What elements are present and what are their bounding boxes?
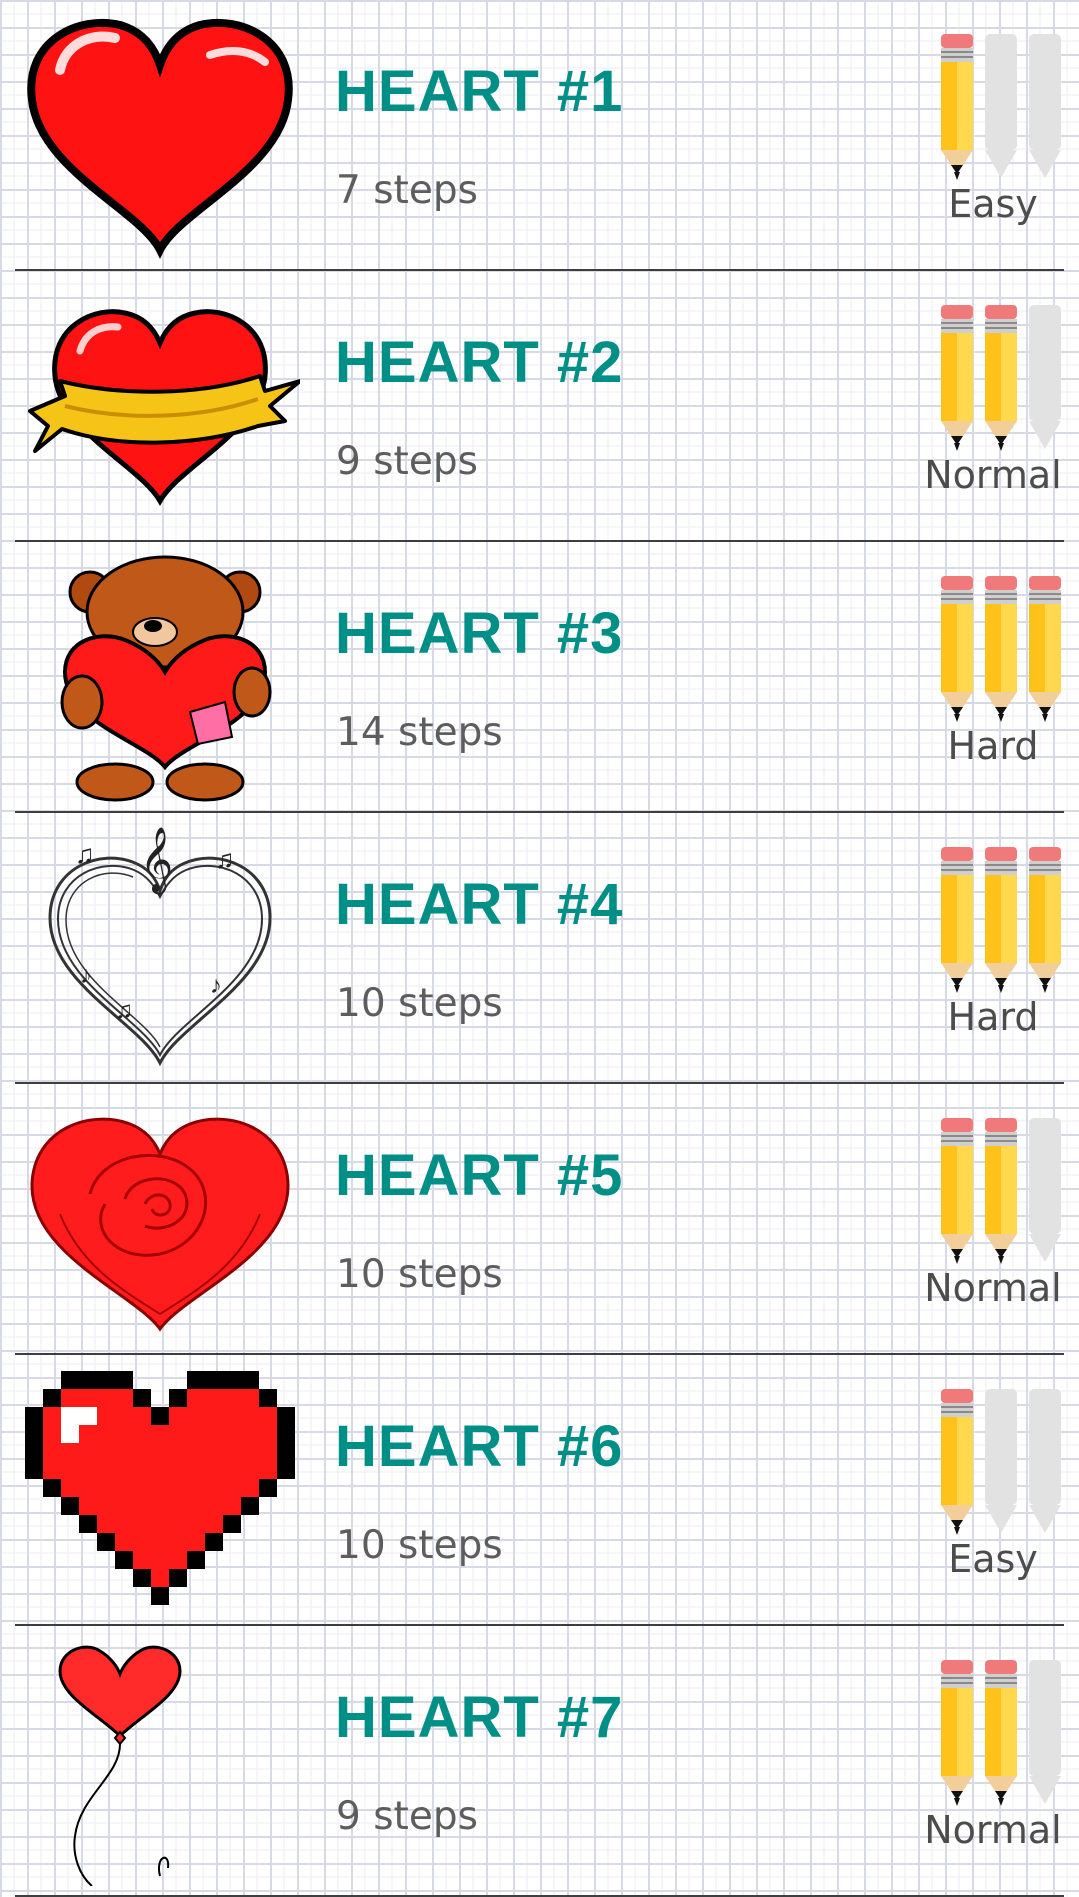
item-steps: 10 steps: [336, 981, 503, 1026]
difficulty-indicator: Easy: [909, 1385, 1079, 1595]
thumbnail: [20, 281, 300, 531]
difficulty-indicator: Normal: [909, 1656, 1079, 1866]
svg-text:♫: ♫: [115, 997, 133, 1024]
list-item[interactable]: HEART #2 9 steps Normal: [0, 271, 1079, 542]
glossy-heart-icon: [27, 18, 293, 259]
pencil-icon: [939, 847, 975, 995]
item-steps: 7 steps: [336, 168, 478, 213]
drawing-list: HEART #1 7 steps Easy HEART #2 9 steps N…: [0, 0, 1079, 1897]
pencil-icon-inactive: [1027, 1660, 1063, 1808]
item-steps: 10 steps: [336, 1523, 503, 1568]
difficulty-label: Easy: [948, 1537, 1038, 1581]
item-steps: 10 steps: [336, 1252, 503, 1297]
thumbnail: [20, 10, 300, 260]
pencil-rating: [939, 576, 1069, 724]
difficulty-indicator: Easy: [909, 30, 1079, 240]
pencil-icon-inactive: [1027, 1118, 1063, 1266]
item-steps: 14 steps: [336, 710, 503, 755]
pencil-rating: [939, 1118, 1069, 1266]
pencil-icon: [939, 34, 975, 182]
pixel-heart-icon: [25, 1371, 295, 1605]
pencil-icon: [939, 576, 975, 724]
pencil-rating: [939, 847, 1069, 995]
difficulty-label: Normal: [924, 453, 1062, 497]
list-item[interactable]: HEART #3 14 steps Hard: [0, 542, 1079, 813]
pencil-rating: [939, 1660, 1069, 1808]
difficulty-indicator: Hard: [909, 843, 1079, 1053]
difficulty-indicator: Normal: [909, 301, 1079, 511]
item-title: HEART #2: [335, 330, 624, 395]
thumbnail: [20, 1094, 300, 1344]
pencil-rating: [939, 305, 1069, 453]
pencil-icon-inactive: [1027, 1389, 1063, 1537]
svg-text:♪: ♪: [210, 972, 222, 999]
teddy-bear-heart-icon: [60, 555, 272, 802]
svg-text:♫: ♫: [215, 844, 235, 874]
difficulty-label: Hard: [947, 995, 1039, 1039]
pencil-icon: [1027, 576, 1063, 724]
svg-text:♫: ♫: [75, 839, 95, 869]
pencil-icon: [983, 847, 1019, 995]
pencil-icon: [939, 305, 975, 453]
item-title: HEART #5: [335, 1143, 624, 1208]
item-steps: 9 steps: [336, 439, 478, 484]
rose-heart-icon: [30, 1117, 290, 1332]
difficulty-label: Hard: [947, 724, 1039, 768]
list-item[interactable]: HEART #6 10 steps Easy: [0, 1355, 1079, 1626]
pencil-rating: [939, 34, 1069, 182]
list-item[interactable]: HEART #7 9 steps Normal: [0, 1626, 1079, 1897]
pencil-icon: [983, 1118, 1019, 1266]
pencil-rating: [939, 1389, 1069, 1537]
difficulty-indicator: Hard: [909, 572, 1079, 782]
thumbnail: [20, 552, 300, 802]
pencil-icon-inactive: [1027, 34, 1063, 182]
item-title: HEART #7: [335, 1685, 624, 1750]
pencil-icon-inactive: [983, 1389, 1019, 1537]
pencil-icon: [939, 1118, 975, 1266]
difficulty-indicator: Normal: [909, 1114, 1079, 1324]
list-item[interactable]: HEART #5 10 steps Normal: [0, 1084, 1079, 1355]
list-item[interactable]: 𝄞 ♫ ♫ ♪ ♫ ♪ HEART #4 10 steps Hard: [0, 813, 1079, 1084]
pencil-icon: [983, 1660, 1019, 1808]
item-title: HEART #4: [335, 872, 624, 937]
pencil-icon: [983, 576, 1019, 724]
item-title: HEART #1: [335, 59, 624, 124]
pencil-icon: [983, 305, 1019, 453]
ribbon-heart-icon: [28, 309, 300, 507]
list-item[interactable]: HEART #1 7 steps Easy: [0, 0, 1079, 271]
difficulty-label: Normal: [924, 1266, 1062, 1310]
pencil-icon-inactive: [983, 34, 1019, 182]
item-title: HEART #6: [335, 1414, 624, 1479]
svg-text:𝄞: 𝄞: [140, 827, 173, 894]
thumbnail: [20, 1365, 300, 1615]
pencil-icon: [939, 1389, 975, 1537]
item-steps: 9 steps: [336, 1794, 478, 1839]
music-notes-heart-icon: 𝄞 ♫ ♫ ♪ ♫ ♪: [48, 827, 272, 1067]
thumbnail: 𝄞 ♫ ♫ ♪ ♫ ♪: [20, 823, 300, 1073]
balloon-heart-icon: [58, 1645, 182, 1886]
difficulty-label: Normal: [924, 1808, 1062, 1852]
pencil-icon: [939, 1660, 975, 1808]
pencil-icon-inactive: [1027, 305, 1063, 453]
pencil-icon: [1027, 847, 1063, 995]
difficulty-label: Easy: [948, 182, 1038, 226]
svg-text:♪: ♪: [80, 962, 92, 989]
thumbnail: [20, 1636, 300, 1886]
item-title: HEART #3: [335, 601, 624, 666]
